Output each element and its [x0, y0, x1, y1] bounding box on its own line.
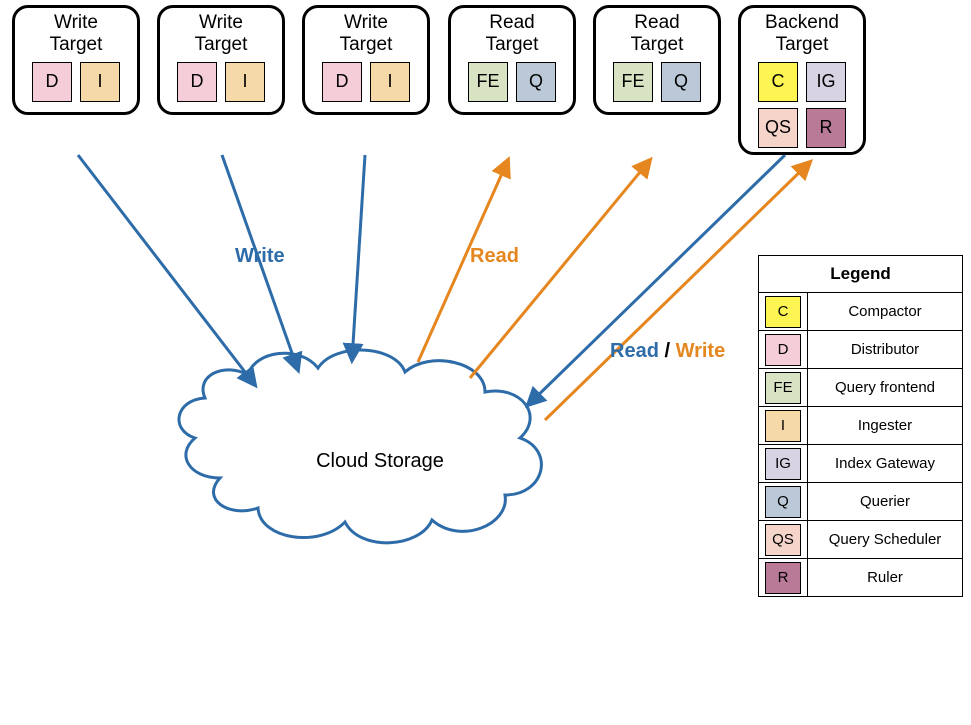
legend-row-Q: QQuerier — [759, 483, 962, 521]
legend: Legend CCompactorDDistributorFEQuery fro… — [758, 255, 963, 597]
component-C: C — [758, 62, 798, 102]
component-D: D — [177, 62, 217, 102]
component-QS: QS — [758, 108, 798, 148]
legend-desc-Q: Querier — [808, 483, 962, 520]
component-FE: FE — [613, 62, 653, 102]
write-arrow-1 — [78, 155, 255, 385]
legend-swatch-C: C — [765, 296, 801, 328]
target-title-line1: Backend — [765, 12, 839, 33]
legend-swatch-R: R — [765, 562, 801, 594]
legend-key-QS: QS — [759, 521, 808, 558]
read-flow-label: Read — [470, 245, 519, 268]
backend-write-arrow — [528, 155, 785, 405]
legend-row-C: CCompactor — [759, 293, 962, 331]
component-I: I — [370, 62, 410, 102]
legend-desc-R: Ruler — [808, 559, 962, 596]
bt-row-1: QSR — [741, 108, 863, 148]
legend-title: Legend — [759, 256, 962, 293]
legend-swatch-Q: Q — [765, 486, 801, 518]
legend-row-R: RRuler — [759, 559, 962, 596]
legend-desc-QS: Query Scheduler — [808, 521, 962, 558]
legend-desc-FE: Query frontend — [808, 369, 962, 406]
legend-desc-C: Compactor — [808, 293, 962, 330]
cloud-storage-label: Cloud Storage — [300, 450, 460, 473]
legend-swatch-I: I — [765, 410, 801, 442]
wt3-row-0: DI — [305, 62, 427, 102]
rt2-box: ReadTarget FEQ — [593, 5, 721, 115]
rt2-row-0: FEQ — [596, 62, 718, 102]
component-IG: IG — [806, 62, 846, 102]
wt2-row-0: DI — [160, 62, 282, 102]
legend-key-R: R — [759, 559, 808, 596]
target-title-line1: Write — [199, 12, 243, 33]
component-R: R — [806, 108, 846, 148]
legend-key-FE: FE — [759, 369, 808, 406]
target-title-line2: Target — [631, 34, 684, 55]
legend-key-IG: IG — [759, 445, 808, 482]
legend-desc-D: Distributor — [808, 331, 962, 368]
legend-swatch-QS: QS — [765, 524, 801, 556]
write-arrow-3 — [352, 155, 365, 360]
target-title-line1: Read — [489, 12, 534, 33]
legend-swatch-FE: FE — [765, 372, 801, 404]
target-title-line2: Target — [340, 34, 393, 55]
wt2-box: WriteTarget DI — [157, 5, 285, 115]
wt1-row-0: DI — [15, 62, 137, 102]
bt-box: BackendTargetCIGQSR — [738, 5, 866, 155]
target-title-line1: Read — [634, 12, 679, 33]
write-flow-label: Write — [235, 245, 285, 268]
legend-key-D: D — [759, 331, 808, 368]
component-Q: Q — [516, 62, 556, 102]
legend-row-I: IIngester — [759, 407, 962, 445]
bt-row-0: CIG — [741, 62, 863, 102]
wt2-title: WriteTarget — [160, 12, 282, 56]
target-title-line2: Target — [486, 34, 539, 55]
rt1-row-0: FEQ — [451, 62, 573, 102]
component-FE: FE — [468, 62, 508, 102]
target-title-line2: Target — [195, 34, 248, 55]
target-title-line1: Write — [54, 12, 98, 33]
legend-row-D: DDistributor — [759, 331, 962, 369]
cloud-storage-shape — [179, 350, 541, 543]
legend-desc-I: Ingester — [808, 407, 962, 444]
wt1-title: WriteTarget — [15, 12, 137, 56]
legend-swatch-D: D — [765, 334, 801, 366]
wt3-box: WriteTarget DI — [302, 5, 430, 115]
rt2-title: ReadTarget — [596, 12, 718, 56]
target-title-line2: Target — [776, 34, 829, 55]
readwrite-flow-label: Read / Write — [610, 340, 725, 363]
wt3-title: WriteTarget — [305, 12, 427, 56]
wt1-box: WriteTarget DI — [12, 5, 140, 115]
component-I: I — [225, 62, 265, 102]
rt1-title: ReadTarget — [451, 12, 573, 56]
bt-title: BackendTarget — [741, 12, 863, 56]
component-Q: Q — [661, 62, 701, 102]
rt1-box: ReadTarget FEQ — [448, 5, 576, 115]
legend-row-FE: FEQuery frontend — [759, 369, 962, 407]
legend-row-QS: QSQuery Scheduler — [759, 521, 962, 559]
target-title-line1: Write — [344, 12, 388, 33]
legend-row-IG: IGIndex Gateway — [759, 445, 962, 483]
component-D: D — [32, 62, 72, 102]
component-I: I — [80, 62, 120, 102]
component-D: D — [322, 62, 362, 102]
legend-key-I: I — [759, 407, 808, 444]
legend-key-Q: Q — [759, 483, 808, 520]
legend-swatch-IG: IG — [765, 448, 801, 480]
legend-key-C: C — [759, 293, 808, 330]
target-title-line2: Target — [50, 34, 103, 55]
legend-desc-IG: Index Gateway — [808, 445, 962, 482]
